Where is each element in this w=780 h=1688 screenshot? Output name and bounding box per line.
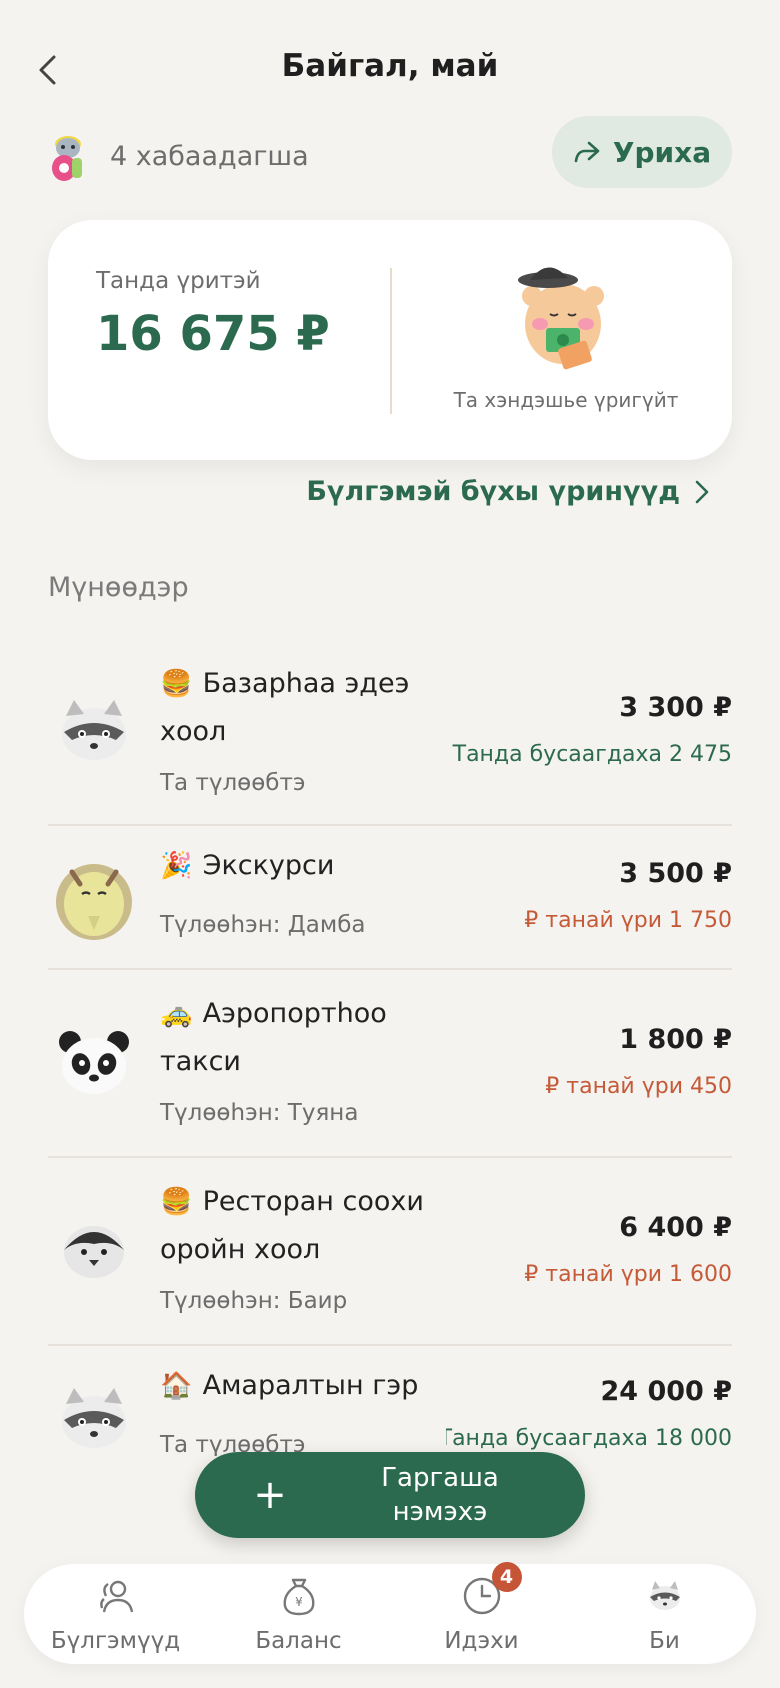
all-debts-label: Бүлгэмэй бүхы үринүүд [306, 476, 680, 507]
share-arrow-icon [574, 141, 600, 163]
expense-title: 🏠 Амаралтын гэр [160, 1362, 430, 1410]
add-expense-label: Гаргаша нэмэхэ [381, 1463, 499, 1527]
party-popper-icon: 🎉 [160, 851, 193, 881]
expense-payer: Түлөөһэн: Баир [160, 1288, 348, 1314]
bottom-tab-bar: Бүлгэмүүд ¥ Баланс 4 Идэхи Би [24, 1562, 756, 1664]
expense-payer: Та түлөөбтэ [160, 770, 306, 796]
people-icon [99, 1580, 133, 1613]
burger-icon: 🍔 [160, 1187, 193, 1217]
add-expense-button[interactable]: + Гаргаша нэмэхэ [195, 1452, 585, 1538]
expense-amount: 3 500 ₽ [619, 858, 732, 889]
bear-mascot-icon [518, 267, 604, 370]
expense-row[interactable]: 🚕 Аэропортhoo такси Түлөөһэн: Туяна 1 80… [48, 970, 732, 1158]
raccoon-avatar-icon [62, 700, 126, 760]
burger-icon: 🍔 [160, 669, 193, 699]
expense-title: 🚕 Аэропортhoo такси [160, 990, 430, 1086]
house-icon: 🏠 [160, 1371, 193, 1401]
tab-me[interactable]: Би [573, 1564, 756, 1664]
expense-amount: 1 800 ₽ [619, 1024, 732, 1055]
card-divider [390, 268, 392, 414]
tab-me-label: Би [649, 1628, 680, 1654]
chevron-right-icon [695, 480, 709, 503]
expense-row[interactable]: 🏠 Амаралтын гэр Та түлөөбтэ 24 000 ₽ Тан… [48, 1346, 732, 1456]
tab-balance-label: Баланс [255, 1628, 342, 1654]
expense-payer: Түлөөһэн: Туяна [160, 1100, 359, 1126]
notification-badge: 4 [491, 1562, 522, 1592]
money-bag-icon: ¥ [283, 1578, 314, 1616]
clock-icon-wrap: 4 [462, 1562, 522, 1616]
expense-title: 🍔 Ресторан соохи оройн хоол [160, 1178, 430, 1274]
goat-avatar-icon [56, 864, 132, 940]
expense-row[interactable]: 🍔 Базарhaa эдеэ хоол Та түлөөбтэ 3 300 ₽… [48, 640, 732, 826]
tab-activity-label: Идэхи [444, 1628, 519, 1654]
share-label: Уриха [612, 135, 712, 169]
balance-label: Танда үритэй [96, 268, 261, 294]
expense-title: 🍔 Базарhaa эдеэ хоол [160, 660, 430, 756]
expense-title: 🎉 Экскурси [160, 842, 430, 890]
expense-balance-note: Танда бусаагдаха 2 475 ₽ [446, 742, 732, 767]
share-button[interactable]: Уриха [552, 116, 732, 188]
members-count: 4 хабаадагша [110, 140, 309, 172]
balance-card: Танда үритэй 16 675 ₽ Та хэндэшье үригүй… [48, 220, 732, 460]
expense-row[interactable]: 🎉 Экскурси Түлөөһэн: Дамба 3 500 ₽ танай… [48, 826, 732, 970]
expense-row[interactable]: 🍔 Ресторан соохи оройн хоол Түлөөһэн: Ба… [48, 1158, 732, 1346]
taxi-icon: 🚕 [160, 999, 193, 1029]
tab-groups-label: Бүлгэмүүд [50, 1628, 181, 1654]
tab-activity[interactable]: 4 Идэхи [390, 1562, 573, 1664]
page-title: Байгал, май [281, 48, 499, 84]
expense-amount: 3 300 ₽ [619, 692, 732, 723]
svg-text:¥: ¥ [295, 1595, 303, 1609]
tab-balance[interactable]: ¥ Баланс [207, 1564, 390, 1664]
expense-amount: 6 400 ₽ [619, 1212, 732, 1243]
expense-payer: Түлөөһэн: Дамба [160, 912, 366, 938]
expense-balance-note: танай үри 1 750 ₽ [524, 908, 732, 933]
members-row[interactable]: 4 хабаадагша [48, 128, 309, 184]
raccoon-avatar-icon [62, 1388, 126, 1448]
expense-balance-note: танай үри 450 ₽ [545, 1074, 732, 1099]
mascot-caption: Та хэндэшье үригүйт [453, 388, 679, 412]
section-title-today: Мүнөөдэр [48, 572, 189, 603]
balance-amount: 16 675 ₽ [96, 306, 330, 362]
all-debts-link[interactable]: Бүлгэмэй бүхы үринүүд [306, 476, 710, 507]
expense-amount: 24 000 ₽ [600, 1376, 732, 1407]
expense-balance-note: танай үри 1 600 ₽ [524, 1262, 732, 1287]
expense-balance-note: Танда бусаагдаха 18 000 ₽ [446, 1426, 732, 1451]
panda-avatar-icon [59, 1031, 129, 1094]
raccoon-avatar-icon [649, 1581, 680, 1610]
members-mascot-icon [52, 136, 82, 181]
plus-icon: + [253, 1472, 287, 1518]
penguin-avatar-icon [64, 1226, 124, 1278]
tab-groups[interactable]: Бүлгэмүүд [24, 1564, 207, 1664]
